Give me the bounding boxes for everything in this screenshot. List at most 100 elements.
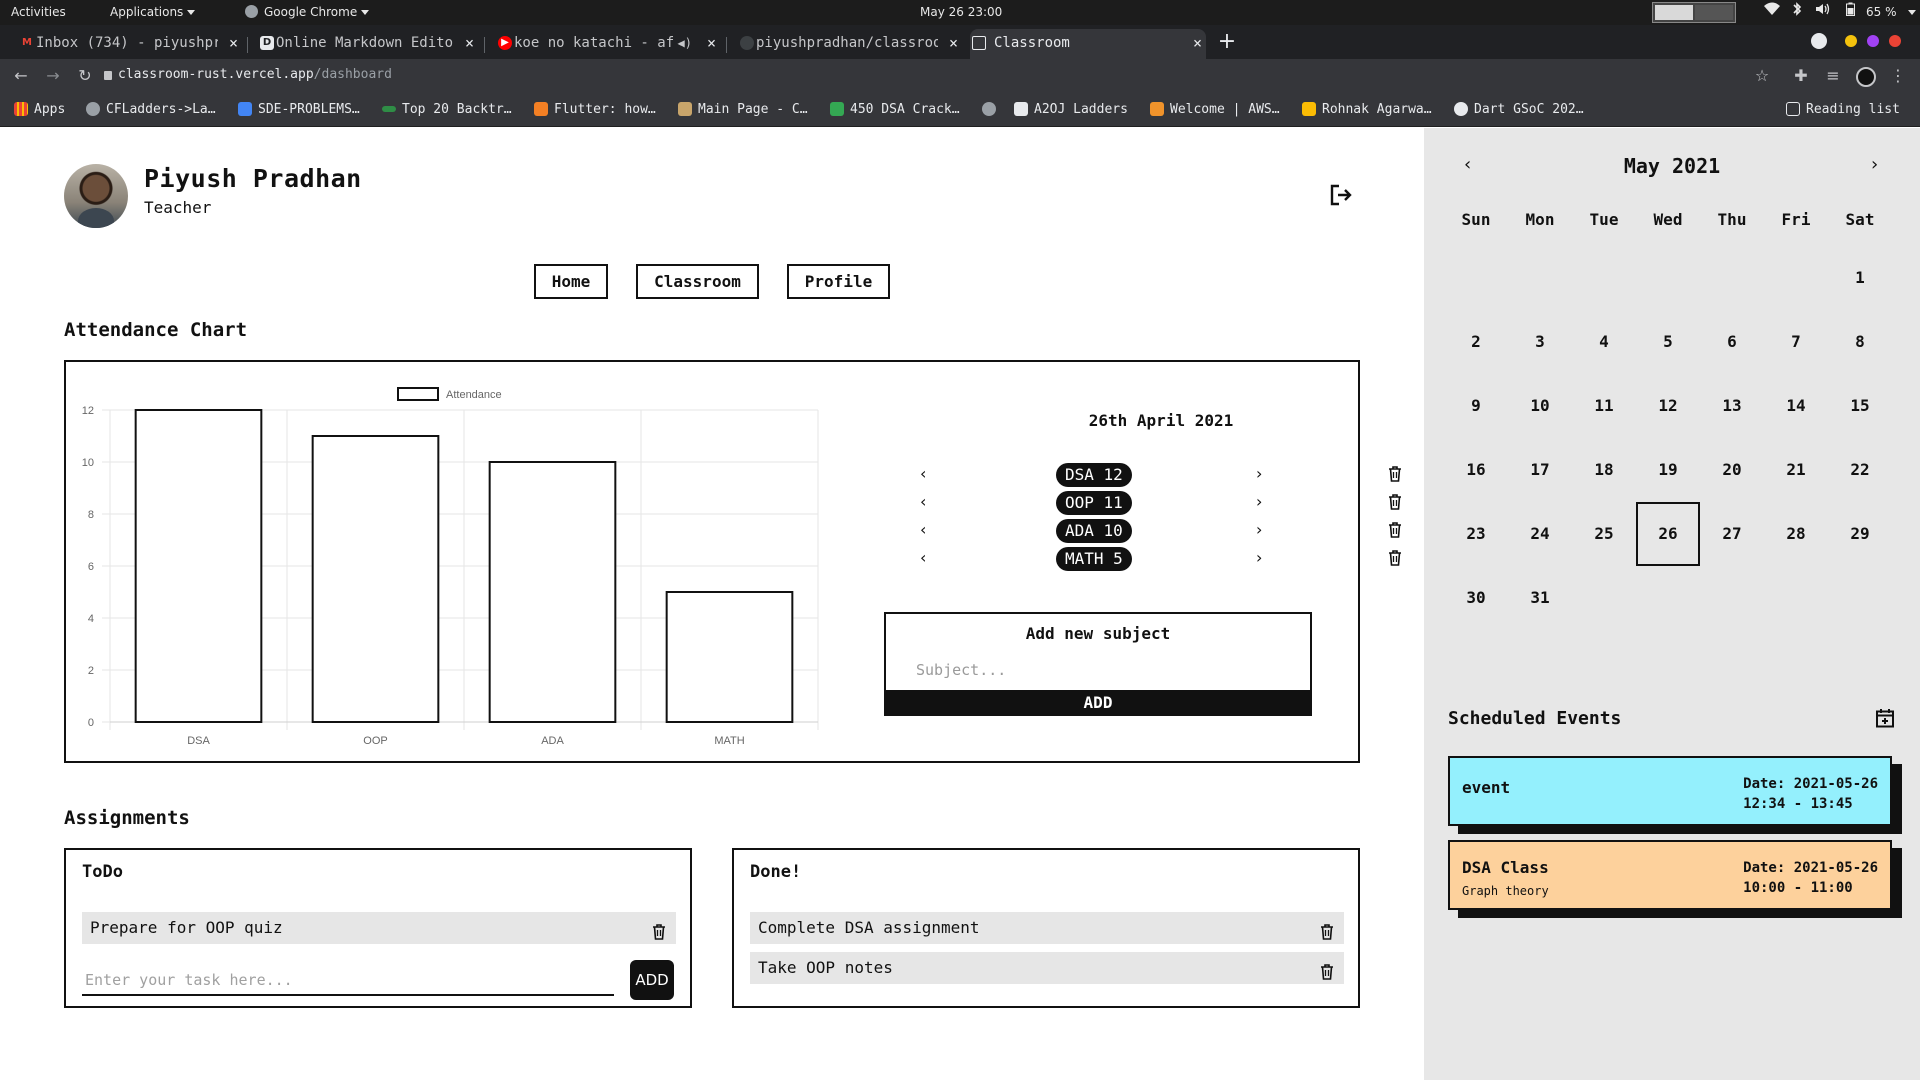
calendar-day[interactable]: 21	[1764, 438, 1828, 502]
calendar-day[interactable]: 7	[1764, 310, 1828, 374]
add-task-button[interactable]: ADD	[630, 960, 674, 1000]
calendar-day[interactable]: 16	[1444, 438, 1508, 502]
tab-youtube[interactable]: ▶ koe no katachi - af ◀) ×	[496, 29, 720, 59]
star-icon[interactable]: ☆	[1750, 64, 1774, 88]
power-menu[interactable]	[1904, 0, 1916, 25]
wifi-icon[interactable]	[1764, 0, 1780, 25]
speaker-icon[interactable]: ◀)	[678, 29, 692, 57]
clock[interactable]: May 26 23:00	[920, 0, 1002, 25]
reload-icon[interactable]: ↻	[73, 64, 97, 88]
bookmark-apps[interactable]: Apps	[14, 93, 65, 126]
close-icon[interactable]: ×	[229, 29, 238, 57]
calendar-day[interactable]: 29	[1828, 502, 1892, 566]
bookmark-item[interactable]: CFLadders->La…	[86, 93, 226, 126]
applications-menu[interactable]: Applications	[110, 0, 196, 25]
trash-icon[interactable]	[1320, 959, 1334, 991]
workspace-switcher[interactable]	[1652, 2, 1736, 23]
calendar-day[interactable]: 15	[1828, 374, 1892, 438]
nav-home-button[interactable]: Home	[534, 264, 608, 299]
media-control-icon[interactable]: ≡	[1821, 64, 1845, 88]
trash-icon[interactable]	[1388, 494, 1402, 514]
calendar-day[interactable]: 22	[1828, 438, 1892, 502]
bookmark-item[interactable]: A2OJ Ladders	[1014, 93, 1134, 126]
bookmark-item[interactable]: Rohnak Agarwa…	[1302, 93, 1442, 126]
bookmark-item[interactable]: Main Page - C…	[678, 93, 818, 126]
calendar-day[interactable]: 1	[1828, 246, 1892, 310]
tab-search-icon[interactable]	[1811, 33, 1827, 49]
calendar-day[interactable]: 31	[1508, 566, 1572, 630]
chevron-right-icon[interactable]: ›	[1256, 518, 1262, 542]
calendar-day[interactable]: 2	[1444, 310, 1508, 374]
chevron-right-icon[interactable]: ›	[1871, 154, 1878, 175]
activities-button[interactable]: Activities	[11, 0, 66, 25]
bookmark-item[interactable]: SDE-PROBLEMS…	[238, 93, 366, 126]
workspace-2[interactable]	[1695, 5, 1733, 20]
tab-github[interactable]: piyushpradhan/classroo ×	[738, 29, 962, 59]
calendar-day[interactable]: 28	[1764, 502, 1828, 566]
forward-icon[interactable]: →	[41, 64, 65, 88]
app-menu[interactable]: Google Chrome	[245, 0, 370, 25]
calendar-day[interactable]: 8	[1828, 310, 1892, 374]
bookmark-item[interactable]: Flutter: how…	[534, 93, 664, 126]
chevron-left-icon[interactable]: ‹	[920, 490, 926, 514]
calendar-day[interactable]: 3	[1508, 310, 1572, 374]
calendar-day[interactable]: 14	[1764, 374, 1828, 438]
event-card[interactable]: DSA Class Graph theory Date: 2021-05-26 1…	[1448, 840, 1892, 910]
task-input[interactable]	[82, 966, 614, 996]
workspace-1[interactable]	[1655, 5, 1693, 20]
calendar-day[interactable]: 27	[1700, 502, 1764, 566]
calendar-day[interactable]: 30	[1444, 566, 1508, 630]
bookmark-item[interactable]: 450 DSA Crack…	[830, 93, 970, 126]
extensions-icon[interactable]: ✚	[1789, 64, 1813, 88]
calendar-day[interactable]: 13	[1700, 374, 1764, 438]
tab-gmail[interactable]: M Inbox (734) - piyushpr ×	[18, 29, 242, 59]
bookmark-item[interactable]	[982, 93, 1002, 126]
calendar-day[interactable]: 6	[1700, 310, 1764, 374]
calendar-day[interactable]: 17	[1508, 438, 1572, 502]
nav-profile-button[interactable]: Profile	[787, 264, 890, 299]
close-icon[interactable]: ×	[707, 29, 716, 57]
close-icon[interactable]: ×	[465, 29, 474, 57]
trash-icon[interactable]	[1320, 919, 1334, 951]
avatar-icon[interactable]	[1856, 67, 1876, 87]
nav-classroom-button[interactable]: Classroom	[636, 264, 759, 299]
trash-icon[interactable]	[1388, 550, 1402, 570]
chevron-left-icon[interactable]: ‹	[920, 546, 926, 570]
window-minimize-button[interactable]	[1845, 35, 1857, 47]
trash-icon[interactable]	[1388, 466, 1402, 486]
add-event-icon[interactable]	[1875, 708, 1895, 732]
add-subject-button[interactable]: ADD	[884, 690, 1312, 716]
calendar-day[interactable]: 4	[1572, 310, 1636, 374]
calendar-day[interactable]: 24	[1508, 502, 1572, 566]
calendar-day[interactable]: 9	[1444, 374, 1508, 438]
new-tab-button[interactable]: +	[1214, 29, 1240, 55]
calendar-day[interactable]: 19	[1636, 438, 1700, 502]
back-icon[interactable]: ←	[9, 64, 33, 88]
calendar-day[interactable]: 18	[1572, 438, 1636, 502]
chevron-right-icon[interactable]: ›	[1256, 490, 1262, 514]
chevron-right-icon[interactable]: ›	[1256, 462, 1262, 486]
close-icon[interactable]: ×	[1193, 29, 1202, 57]
calendar-day[interactable]: 11	[1572, 374, 1636, 438]
calendar-day[interactable]: 10	[1508, 374, 1572, 438]
calendar-day[interactable]: 12	[1636, 374, 1700, 438]
battery-icon[interactable]	[1846, 0, 1855, 25]
bluetooth-icon[interactable]	[1792, 0, 1802, 25]
close-icon[interactable]: ×	[949, 29, 958, 57]
calendar-day[interactable]: 20	[1700, 438, 1764, 502]
trash-icon[interactable]	[1388, 522, 1402, 542]
bookmark-item[interactable]: Dart GSoC 202…	[1454, 93, 1594, 126]
calendar-day[interactable]: 5	[1636, 310, 1700, 374]
volume-icon[interactable]	[1815, 0, 1831, 25]
reading-list-button[interactable]: Reading list	[1786, 93, 1900, 126]
calendar-day[interactable]: 25	[1572, 502, 1636, 566]
trash-icon[interactable]	[652, 919, 666, 951]
subject-input[interactable]	[916, 658, 1276, 682]
window-maximize-button[interactable]	[1867, 35, 1879, 47]
calendar-day[interactable]: 23	[1444, 502, 1508, 566]
chevron-left-icon[interactable]: ‹	[920, 518, 926, 542]
bookmark-item[interactable]: Top 20 Backtr…	[382, 93, 522, 126]
address-bar[interactable]: classroom-rust.vercel.app/dashboard	[118, 67, 392, 82]
chevron-right-icon[interactable]: ›	[1256, 546, 1262, 570]
event-card[interactable]: event Date: 2021-05-26 12:34 - 13:45	[1448, 756, 1892, 826]
